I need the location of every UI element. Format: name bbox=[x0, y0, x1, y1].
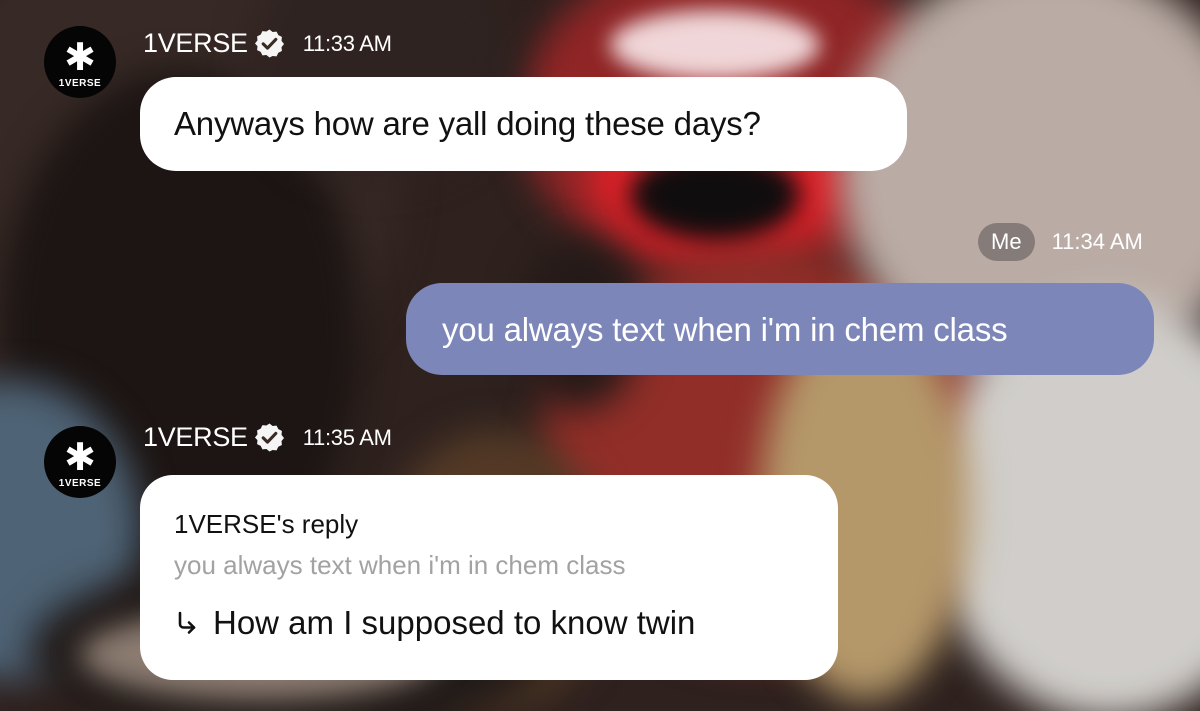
message-time: 11:33 AM bbox=[302, 30, 392, 56]
verified-check-icon bbox=[254, 422, 285, 453]
outgoing-message-bubble[interactable]: you always text when i'm in chem class bbox=[406, 283, 1154, 375]
reply-message-bubble[interactable]: 1VERSE's reply you always text when i'm … bbox=[140, 475, 838, 680]
message-bubble[interactable]: Anyways how are yall doing these days? bbox=[140, 77, 907, 171]
verified-check-icon bbox=[254, 28, 285, 59]
message-time: 11:35 AM bbox=[302, 424, 392, 450]
asterisk-icon: ✱ bbox=[64, 436, 96, 479]
avatar[interactable]: ✱ 1VERSE bbox=[44, 426, 116, 498]
reply-quote: you always text when i'm in chem class bbox=[174, 550, 626, 580]
avatar-label: 1VERSE bbox=[58, 477, 102, 489]
reply-arrow-icon bbox=[173, 609, 201, 637]
message-header: 1VERSE 11:35 AM bbox=[143, 422, 392, 453]
message-header: 1VERSE 11:33 AM bbox=[143, 28, 392, 59]
avatar[interactable]: ✱ 1VERSE bbox=[44, 26, 116, 98]
asterisk-icon: ✱ bbox=[64, 36, 96, 79]
reply-text: How am I supposed to know twin bbox=[213, 604, 696, 641]
message-text: you always text when i'm in chem class bbox=[442, 311, 1008, 348]
outgoing-header: Me 11:34 AM bbox=[978, 223, 1143, 261]
sender-name: 1VERSE bbox=[143, 28, 248, 58]
message-text: Anyways how are yall doing these days? bbox=[174, 105, 761, 142]
sender-name: 1VERSE bbox=[143, 422, 248, 452]
avatar-label: 1VERSE bbox=[58, 77, 102, 89]
reply-title: 1VERSE's reply bbox=[174, 509, 359, 539]
me-label: Me bbox=[978, 223, 1035, 261]
reply-line: How am I supposed to know twin bbox=[174, 604, 804, 642]
message-time: 11:34 AM bbox=[1051, 229, 1143, 254]
